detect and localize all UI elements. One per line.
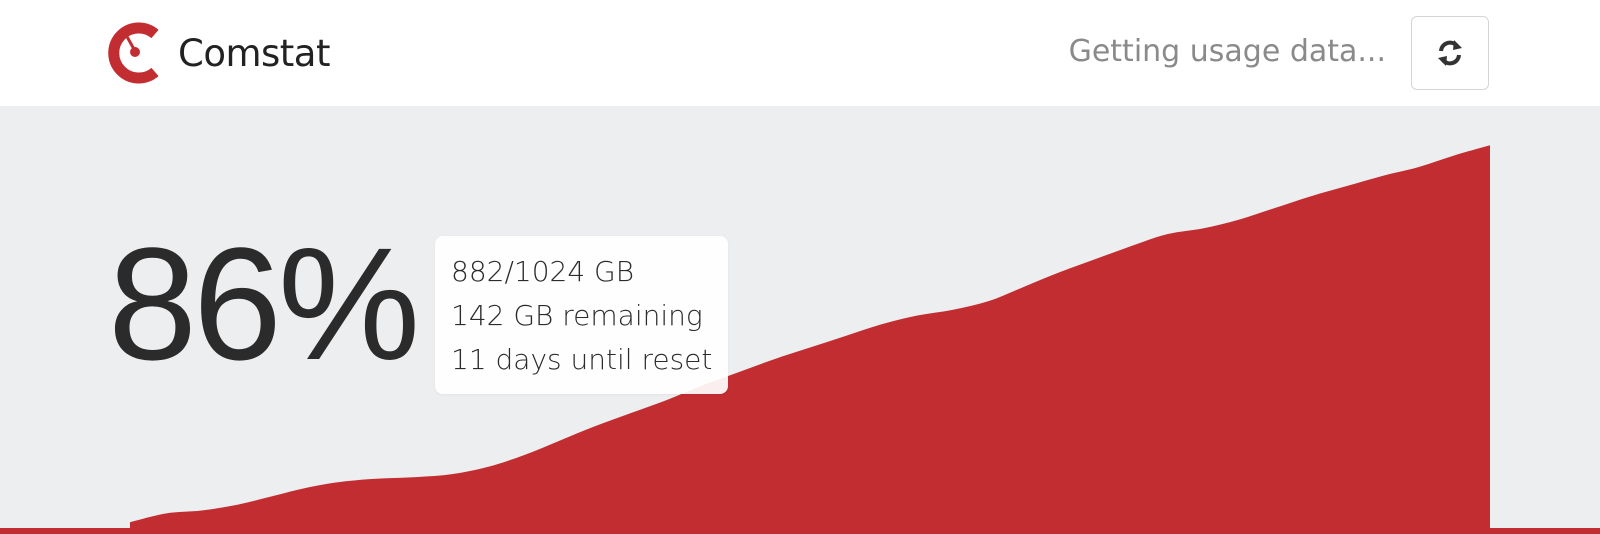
status-text: Getting usage data...: [1068, 34, 1386, 69]
chart-baseline: [0, 528, 1600, 534]
refresh-button[interactable]: [1411, 16, 1489, 90]
used-total: 882/1024 GB: [451, 255, 635, 288]
usage-percent: 86%: [108, 214, 420, 393]
remaining-amount: 142 GB remaining: [451, 299, 703, 332]
app-header: Comstat Getting usage data...: [0, 0, 1600, 106]
comstat-gauge-icon: [108, 22, 159, 84]
app-title: Comstat: [178, 31, 330, 75]
brand[interactable]: Comstat: [106, 22, 330, 84]
refresh-icon: [1438, 40, 1462, 66]
usage-panel: 86% 882/1024 GB 142 GB remaining 11 days…: [0, 106, 1600, 534]
days-until-reset: 11 days until reset: [451, 343, 713, 376]
usage-info-card: 882/1024 GB 142 GB remaining 11 days unt…: [435, 236, 729, 394]
